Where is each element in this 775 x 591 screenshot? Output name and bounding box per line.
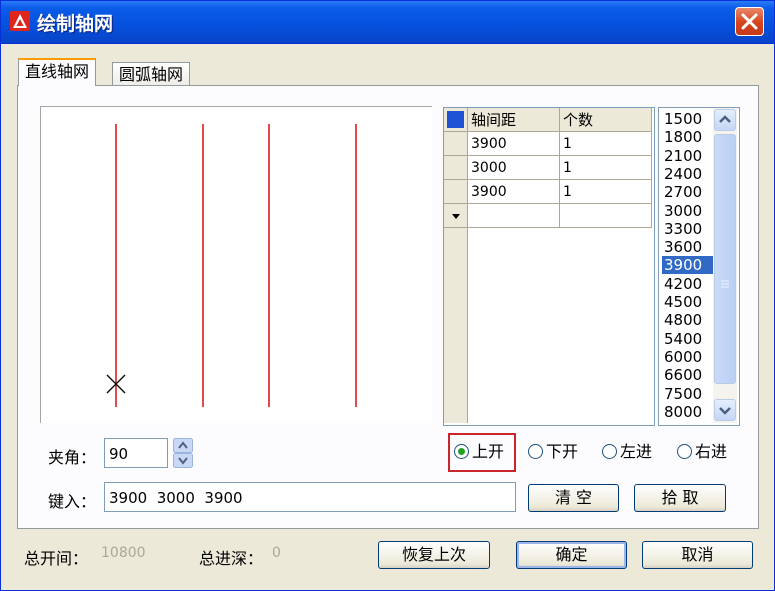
spacing-list-item[interactable]: 2100 — [662, 147, 714, 165]
spacing-list-item[interactable]: 3600 — [662, 238, 714, 256]
spacing-list-item[interactable]: 4500 — [662, 293, 714, 311]
spacing-list-item[interactable]: 7500 — [662, 385, 714, 403]
radio-label: 上开 — [472, 442, 505, 461]
grid-row-header[interactable] — [444, 156, 468, 180]
grid-cell-count[interactable]: 1 — [560, 132, 652, 156]
pick-button[interactable]: 拾 取 — [634, 484, 726, 512]
grid-cell-spacing[interactable]: 3900 — [468, 180, 560, 204]
radio-checked-icon — [454, 444, 469, 459]
grid-header-spacing: 轴间距 — [468, 108, 560, 132]
radio-unchecked-icon — [602, 444, 617, 459]
radio-up-open[interactable]: 上开 — [454, 441, 504, 463]
clear-button[interactable]: 清 空 — [528, 484, 619, 512]
grid-row-header[interactable] — [444, 132, 468, 156]
ok-button[interactable]: 确定 — [516, 541, 627, 569]
spacing-list-item[interactable]: 2700 — [662, 183, 714, 201]
grid-cell-count[interactable]: 1 — [560, 156, 652, 180]
radio-right-depth[interactable]: 右进 — [677, 441, 727, 463]
grid-corner — [444, 108, 468, 132]
axis-preview-canvas[interactable] — [40, 106, 432, 423]
spacing-list-item[interactable]: 8000 — [662, 403, 714, 421]
scroll-thumb[interactable] — [714, 134, 736, 384]
radio-unchecked-icon — [677, 444, 692, 459]
app-logo-icon — [10, 11, 30, 31]
angle-spinner[interactable] — [173, 438, 193, 468]
list-scrollbar[interactable] — [713, 108, 737, 423]
spacing-grid[interactable]: 轴间距 个数 3900 1 3000 1 3900 1 — [443, 107, 655, 426]
grid-new-row-header[interactable] — [444, 204, 468, 228]
total-open-label: 总开间： — [24, 549, 89, 568]
grid-row-header[interactable] — [444, 180, 468, 204]
grid-cell-spacing[interactable] — [468, 204, 560, 228]
total-depth-label: 总进深： — [199, 549, 264, 568]
spacing-list-item[interactable]: 4800 — [662, 311, 714, 329]
radio-left-depth[interactable]: 左进 — [602, 441, 652, 463]
scroll-up-button[interactable] — [714, 109, 736, 131]
caret-down-icon — [452, 214, 460, 219]
scroll-down-button[interactable] — [714, 399, 736, 421]
chevron-down-icon — [719, 407, 731, 415]
radio-label: 右进 — [695, 442, 728, 461]
spacing-list-item[interactable]: 5400 — [662, 330, 714, 348]
tab-straight-axis[interactable]: 直线轴网 — [18, 58, 97, 86]
spacing-list-item[interactable]: 3000 — [662, 202, 714, 220]
grid-cell-spacing[interactable]: 3900 — [468, 132, 560, 156]
spacing-list-item[interactable]: 6000 — [662, 348, 714, 366]
spacing-list-item[interactable]: 3900 — [662, 256, 714, 275]
total-depth-value: 0 — [272, 545, 281, 561]
grip-icon — [721, 280, 729, 288]
close-button[interactable] — [735, 7, 764, 36]
grid-cell-count[interactable] — [560, 204, 652, 228]
grid-cell-spacing[interactable]: 3000 — [468, 156, 560, 180]
radio-label: 左进 — [620, 442, 653, 461]
grid-empty-header-area — [444, 228, 468, 423]
grid-cell-count[interactable]: 1 — [560, 180, 652, 204]
spacing-text-input[interactable]: 3900 3000 3900 — [104, 482, 516, 512]
radio-label: 下开 — [546, 442, 579, 461]
spacing-list-item[interactable]: 6600 — [662, 366, 714, 384]
spacing-list-item[interactable]: 3300 — [662, 220, 714, 238]
total-open-value: 10800 — [101, 545, 146, 561]
window-title: 绘制轴网 — [37, 13, 114, 35]
close-icon — [741, 13, 758, 30]
spacing-list-item[interactable]: 2400 — [662, 165, 714, 183]
title-bar[interactable]: 绘制轴网 — [1, 1, 774, 44]
input-label: 键入： — [48, 492, 97, 511]
cancel-button[interactable]: 取消 — [642, 541, 753, 569]
restore-last-button[interactable]: 恢复上次 — [378, 541, 490, 569]
axis-preview-svg — [106, 124, 357, 407]
chevron-up-icon — [719, 115, 731, 123]
angle-label: 夹角： — [48, 448, 97, 467]
spacing-list-item[interactable]: 4200 — [662, 275, 714, 293]
radio-unchecked-icon — [528, 444, 543, 459]
spacing-list-item[interactable]: 1800 — [662, 128, 714, 146]
radio-down-open[interactable]: 下开 — [528, 441, 578, 463]
angle-input[interactable]: 90 — [104, 438, 168, 468]
grid-header-count: 个数 — [560, 108, 652, 132]
spacing-list-item[interactable]: 1500 — [662, 110, 714, 128]
